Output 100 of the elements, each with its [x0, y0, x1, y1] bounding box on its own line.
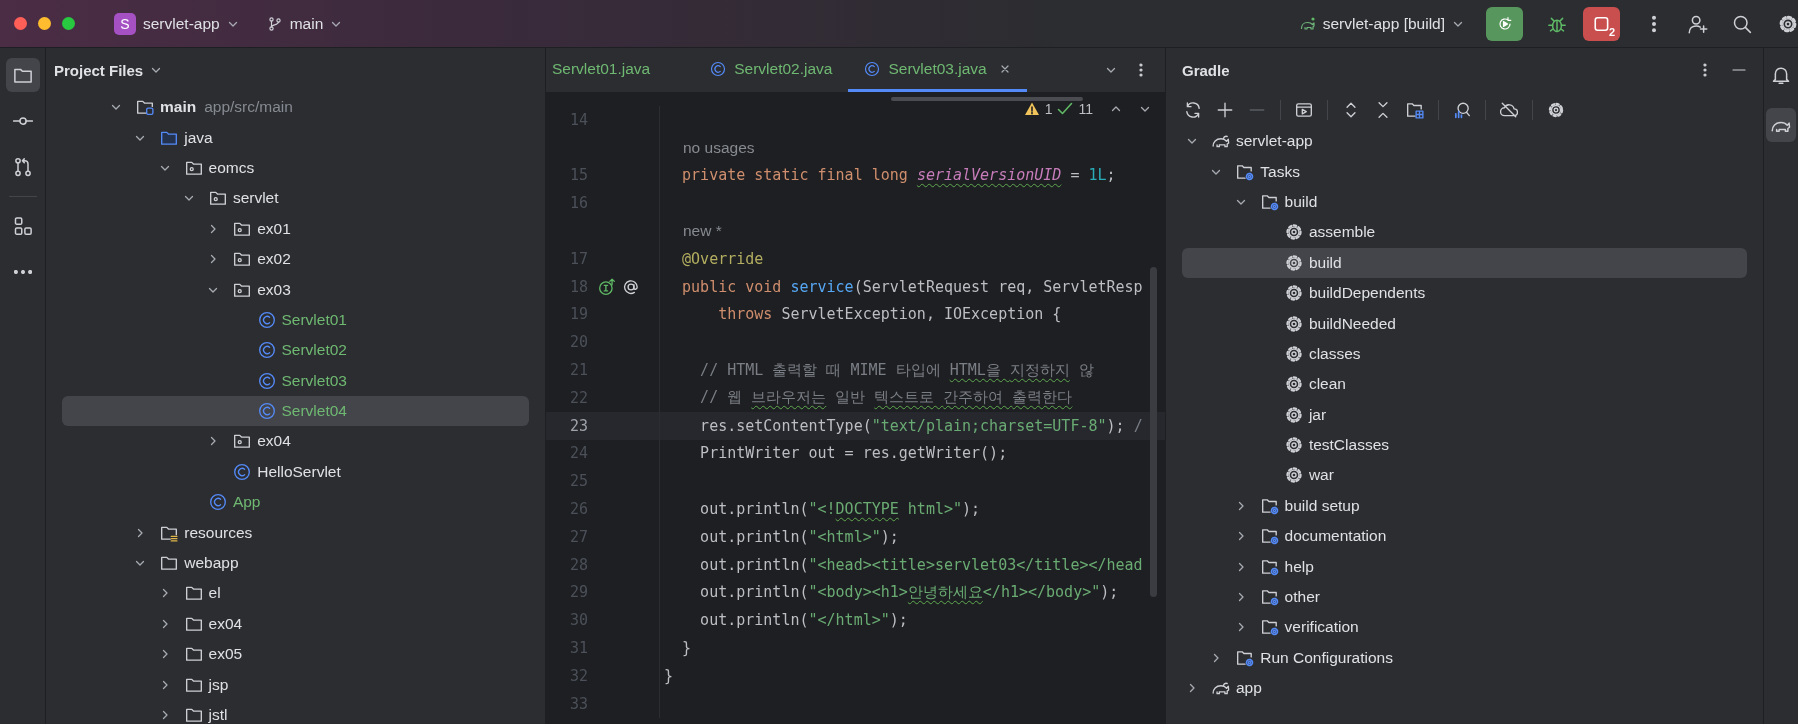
code-line: throws ServletException, IOException { — [717, 305, 1062, 324]
code-line: out.println("<!DOCTYPE html>"); — [699, 500, 981, 519]
run-task-icon[interactable] — [1295, 101, 1313, 119]
tree-item[interactable]: jsp — [62, 669, 529, 700]
gear-icon — [1284, 405, 1303, 424]
panel-title[interactable]: Project Files — [54, 61, 144, 79]
warning-icon[interactable] — [1023, 101, 1040, 117]
stop-button[interactable]: 2 — [1583, 6, 1620, 41]
tree-item[interactable]: jstl — [62, 699, 529, 724]
class-icon — [257, 310, 276, 329]
tree-item[interactable]: documentation — [1182, 521, 1747, 552]
inlay-hint[interactable]: new * — [683, 222, 722, 241]
elephant-tool-button[interactable] — [1766, 108, 1796, 142]
tree-item[interactable]: eomcs — [62, 152, 529, 184]
tree-item[interactable]: build setup — [1182, 490, 1747, 522]
more-icon — [13, 270, 32, 274]
zoom-button[interactable] — [62, 17, 75, 30]
tree-item[interactable]: Servlet01 — [62, 304, 529, 336]
code-line: } — [663, 666, 674, 685]
horizontal-scrollbar[interactable] — [891, 97, 1083, 101]
tree-item[interactable]: Tasks — [1182, 156, 1747, 187]
offline-icon[interactable] — [1500, 101, 1518, 119]
gear-icon — [1284, 466, 1303, 485]
tree-item[interactable]: build — [1182, 247, 1747, 278]
folder-icon — [1260, 588, 1279, 607]
class-icon — [233, 462, 252, 481]
tree-item[interactable]: buildDependents — [1182, 277, 1747, 309]
tree-item[interactable]: classes — [1182, 338, 1747, 370]
tree-item[interactable]: assemble — [1182, 217, 1747, 248]
structure-icon — [12, 216, 33, 236]
branch-icon — [266, 15, 283, 32]
tree-item[interactable]: testClasses — [1182, 429, 1747, 461]
add-user-icon[interactable] — [1688, 13, 1708, 34]
close-button[interactable] — [14, 17, 27, 30]
check-icon[interactable] — [1057, 101, 1074, 117]
tree-item[interactable]: el — [62, 578, 529, 609]
editor-tab[interactable]: Servlet01.java — [546, 48, 695, 92]
tree-item[interactable]: Servlet02 — [62, 335, 529, 366]
tree-item[interactable]: jar — [1182, 399, 1747, 430]
tree-item[interactable]: build — [1182, 186, 1747, 218]
tree-item[interactable]: webapp — [62, 547, 529, 579]
code-line: res.setContentType("text/plain;charset=UTF-8"); / — [699, 416, 1143, 435]
tree-item[interactable]: ex04 — [62, 426, 529, 457]
path-hint: app/src/main — [204, 98, 293, 117]
tree-item[interactable]: Servlet03 — [62, 365, 529, 396]
settings-icon[interactable] — [1778, 13, 1798, 34]
tree-item[interactable]: war — [1182, 460, 1747, 491]
minimize-button[interactable] — [38, 17, 51, 30]
at-sign-icon[interactable] — [622, 277, 640, 296]
folder-icon — [184, 645, 203, 664]
class-icon — [257, 371, 276, 390]
class-icon — [710, 60, 727, 77]
code-line: @Override — [681, 249, 764, 268]
project-badge: S — [114, 12, 136, 35]
gear-icon — [1284, 253, 1303, 272]
class-icon — [257, 402, 276, 421]
folder-icon — [184, 584, 203, 603]
tree-item[interactable]: help — [1182, 551, 1747, 582]
search-icon[interactable] — [1732, 13, 1752, 34]
tree-item[interactable]: buildNeeded — [1182, 308, 1747, 339]
tree-item[interactable]: ex02 — [62, 243, 529, 275]
tree-item[interactable]: java — [62, 122, 529, 153]
tree-item[interactable]: servlet-app — [1182, 126, 1747, 157]
warning-count: 1 — [1044, 101, 1053, 117]
tree-item[interactable]: other — [1182, 581, 1747, 613]
editor-tab[interactable]: Servlet02.java — [694, 48, 849, 92]
tree-item[interactable]: Servlet04 — [62, 395, 529, 427]
elephant-icon — [1299, 15, 1316, 32]
code-line: // HTML 출력할 때 MIME 타입에 HTML을 지정하지 않 — [699, 360, 1094, 380]
code-line: PrintWriter out = res.getWriter(); — [699, 444, 1008, 463]
project-tool-button[interactable] — [5, 58, 40, 92]
folder-icon — [1236, 162, 1255, 181]
tree-item[interactable]: servlet — [62, 183, 529, 214]
branch-selector[interactable]: main — [258, 10, 351, 37]
tree-item[interactable]: clean — [1182, 369, 1747, 400]
analyze-icon[interactable] — [1453, 101, 1471, 119]
run-configuration-selector[interactable]: servlet-app [build] — [1291, 10, 1472, 37]
package-icon — [233, 432, 252, 451]
dependencies-icon[interactable] — [1406, 101, 1424, 119]
tree-item[interactable]: ex05 — [62, 639, 529, 670]
tree-item[interactable]: resources — [62, 517, 529, 548]
implements-method-icon[interactable] — [598, 277, 616, 296]
tree-item[interactable]: HelloServlet — [62, 456, 529, 488]
rerun-button[interactable] — [1486, 6, 1523, 41]
tree-item[interactable]: Run Configurations — [1182, 642, 1747, 674]
tree-item[interactable]: ex01 — [62, 213, 529, 244]
gear-icon — [1284, 284, 1303, 303]
tree-item[interactable]: ex04 — [62, 608, 529, 640]
tree-item[interactable]: ex03 — [62, 274, 529, 305]
inlay-hint[interactable]: no usages — [683, 138, 755, 157]
settings-icon[interactable] — [1547, 101, 1565, 119]
project-selector[interactable]: S servlet-app — [106, 8, 247, 39]
tree-item[interactable]: app — [1182, 673, 1747, 704]
vertical-scrollbar[interactable] — [1150, 267, 1157, 597]
tree-item[interactable]: verification — [1182, 612, 1747, 643]
add-icon[interactable] — [1216, 101, 1234, 119]
tree-item[interactable]: main app/src/main — [62, 92, 529, 123]
refresh-icon[interactable] — [1184, 101, 1202, 119]
folder-icon — [1260, 527, 1279, 546]
tree-item[interactable]: App — [62, 487, 529, 518]
